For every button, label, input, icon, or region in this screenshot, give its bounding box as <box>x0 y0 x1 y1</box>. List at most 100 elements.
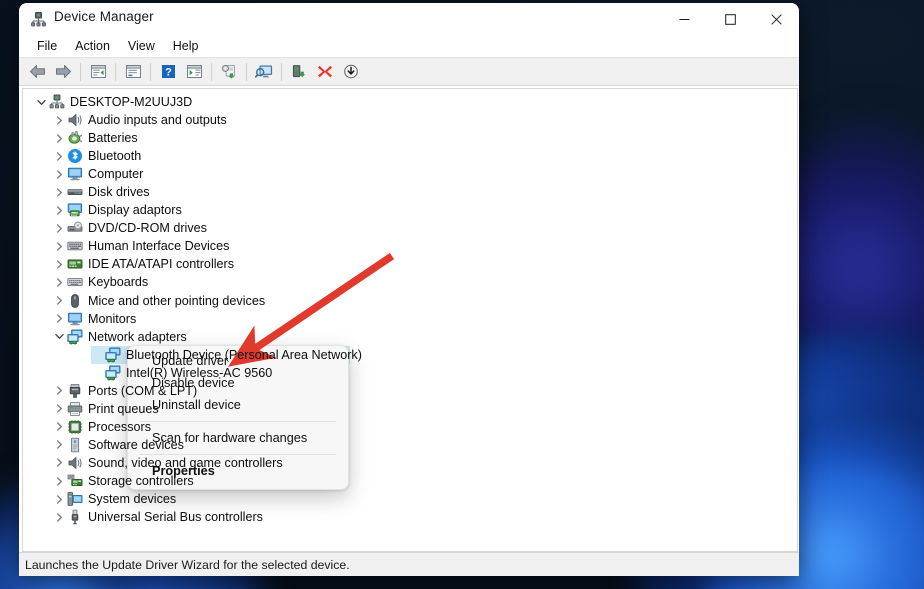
tree-item[interactable]: Software devices <box>23 436 797 454</box>
tree-item[interactable]: Intel(R) Wireless-AC 9560 <box>23 364 797 382</box>
chevron-right-icon[interactable] <box>51 255 67 273</box>
help-button[interactable]: ? <box>155 60 181 84</box>
forward-button[interactable] <box>50 60 76 84</box>
forward-arrow-icon <box>55 65 71 78</box>
chevron-right-icon[interactable] <box>51 183 67 201</box>
tree-item[interactable]: IDE ATA/ATAPI controllers <box>23 255 797 273</box>
speaker-icon <box>67 112 83 128</box>
update-driver-button[interactable] <box>216 60 242 84</box>
window-title: Device Manager <box>54 9 154 24</box>
maximize-button[interactable] <box>707 3 753 35</box>
tree-item[interactable]: Audio inputs and outputs <box>23 111 797 129</box>
help-question-icon: ? <box>161 65 175 79</box>
close-button[interactable] <box>753 3 799 35</box>
back-button[interactable] <box>24 60 50 84</box>
chevron-right-icon[interactable] <box>51 436 67 454</box>
tree-item-label: Mice and other pointing devices <box>88 293 266 308</box>
tree-item[interactable]: Monitors <box>23 310 797 328</box>
chevron-right-icon[interactable] <box>51 418 67 436</box>
tree-item[interactable]: Ports (COM & LPT) <box>23 382 797 400</box>
chevron-right-icon[interactable] <box>51 454 67 472</box>
disable-device-button[interactable] <box>338 60 364 84</box>
chevron-down-icon[interactable] <box>51 328 67 346</box>
console-pane-icon <box>186 65 202 78</box>
chevron-right-icon[interactable] <box>51 237 67 255</box>
display-adapter-icon <box>67 202 83 218</box>
menu-file[interactable]: File <box>28 37 66 55</box>
minimize-button[interactable] <box>661 3 707 35</box>
tree-item-label: Audio inputs and outputs <box>88 113 227 128</box>
chevron-right-icon[interactable] <box>51 310 67 328</box>
uninstall-device-button[interactable] <box>312 60 338 84</box>
show-hide-console-tree-button[interactable] <box>181 60 207 84</box>
tree-item[interactable]: Disk drives <box>23 183 797 201</box>
scan-for-hardware-changes-button[interactable] <box>251 60 277 84</box>
chevron-right-icon[interactable] <box>51 400 67 418</box>
tree-item[interactable]: Processors <box>23 418 797 436</box>
enable-device-button[interactable] <box>286 60 312 84</box>
toolbar-separator <box>115 62 116 81</box>
tree-item[interactable]: Network adapters <box>23 328 797 346</box>
toolbar-separator <box>80 62 81 81</box>
tree-item-label: Bluetooth <box>88 149 142 164</box>
device-tree-pane[interactable]: DESKTOP-M2UUJ3D Audio inputs and outputs B… <box>22 88 798 552</box>
tree-item-label: Software devices <box>88 437 184 452</box>
properties-button[interactable] <box>120 60 146 84</box>
back-arrow-icon <box>29 65 45 78</box>
chevron-right-icon[interactable] <box>51 219 67 237</box>
chevron-down-icon[interactable] <box>33 93 49 111</box>
device-tree: DESKTOP-M2UUJ3D Audio inputs and outputs B… <box>23 89 797 526</box>
caption-buttons <box>661 3 799 35</box>
toolbar-separator <box>150 62 151 81</box>
up-one-level-button[interactable] <box>85 60 111 84</box>
properties-window-icon <box>125 65 141 78</box>
tree-item-label: Human Interface Devices <box>88 239 230 254</box>
tree-item-label: Processors <box>88 419 151 434</box>
tree-item-selected[interactable]: Bluetooth Device (Personal Area Network) <box>23 345 797 364</box>
tree-item[interactable]: Print queues <box>23 400 797 418</box>
tree-item-label: DESKTOP-M2UUJ3D <box>70 95 193 110</box>
tree-item-label: Universal Serial Bus controllers <box>88 510 263 525</box>
chevron-right-icon[interactable] <box>51 129 67 147</box>
tree-item-label: Bluetooth Device (Personal Area Network) <box>126 347 362 362</box>
chevron-right-icon[interactable] <box>51 508 67 526</box>
tree-item[interactable]: Universal Serial Bus controllers <box>23 508 797 526</box>
tree-item-label: Batteries <box>88 131 138 146</box>
chevron-right-icon[interactable] <box>51 273 67 291</box>
tree-item[interactable]: Computer <box>23 165 797 183</box>
tree-item[interactable]: Batteries <box>23 129 797 147</box>
chevron-right-icon[interactable] <box>51 490 67 508</box>
chevron-right-icon[interactable] <box>51 382 67 400</box>
enable-device-icon <box>292 65 305 78</box>
menu-help[interactable]: Help <box>164 37 208 55</box>
tree-item[interactable]: Display adaptors <box>23 201 797 219</box>
tree-item-label: DVD/CD-ROM drives <box>88 221 207 236</box>
tree-item[interactable]: Mice and other pointing devices <box>23 292 797 310</box>
tree-item[interactable]: Bluetooth <box>23 147 797 165</box>
menu-action[interactable]: Action <box>66 37 119 55</box>
chevron-right-icon[interactable] <box>51 292 67 310</box>
tree-item[interactable]: DESKTOP-M2UUJ3D <box>23 93 797 111</box>
tree-item[interactable]: Storage controllers <box>23 472 797 490</box>
chevron-right-icon[interactable] <box>51 147 67 165</box>
chevron-right-icon[interactable] <box>51 472 67 490</box>
monitor-icon <box>67 311 83 327</box>
tree-item-label: Keyboards <box>88 275 149 290</box>
tree-item-label: Monitors <box>88 311 137 326</box>
computer-root-icon <box>49 94 65 110</box>
uninstall-red-x-icon <box>318 65 332 78</box>
tree-item[interactable]: Human Interface Devices <box>23 237 797 255</box>
tree-item[interactable]: DVD/CD-ROM drives <box>23 219 797 237</box>
mouse-icon <box>67 293 83 309</box>
tree-item[interactable]: Keyboards <box>23 273 797 291</box>
chevron-right-icon[interactable] <box>51 165 67 183</box>
chevron-right-icon[interactable] <box>51 111 67 129</box>
tree-item[interactable]: System devices <box>23 490 797 508</box>
chevron-right-icon[interactable] <box>51 201 67 219</box>
network-adapter-icon <box>67 329 83 345</box>
title-bar[interactable]: Device Manager <box>19 3 799 35</box>
menu-view[interactable]: View <box>119 37 164 55</box>
tree-item[interactable]: Sound, video and game controllers <box>23 454 797 472</box>
